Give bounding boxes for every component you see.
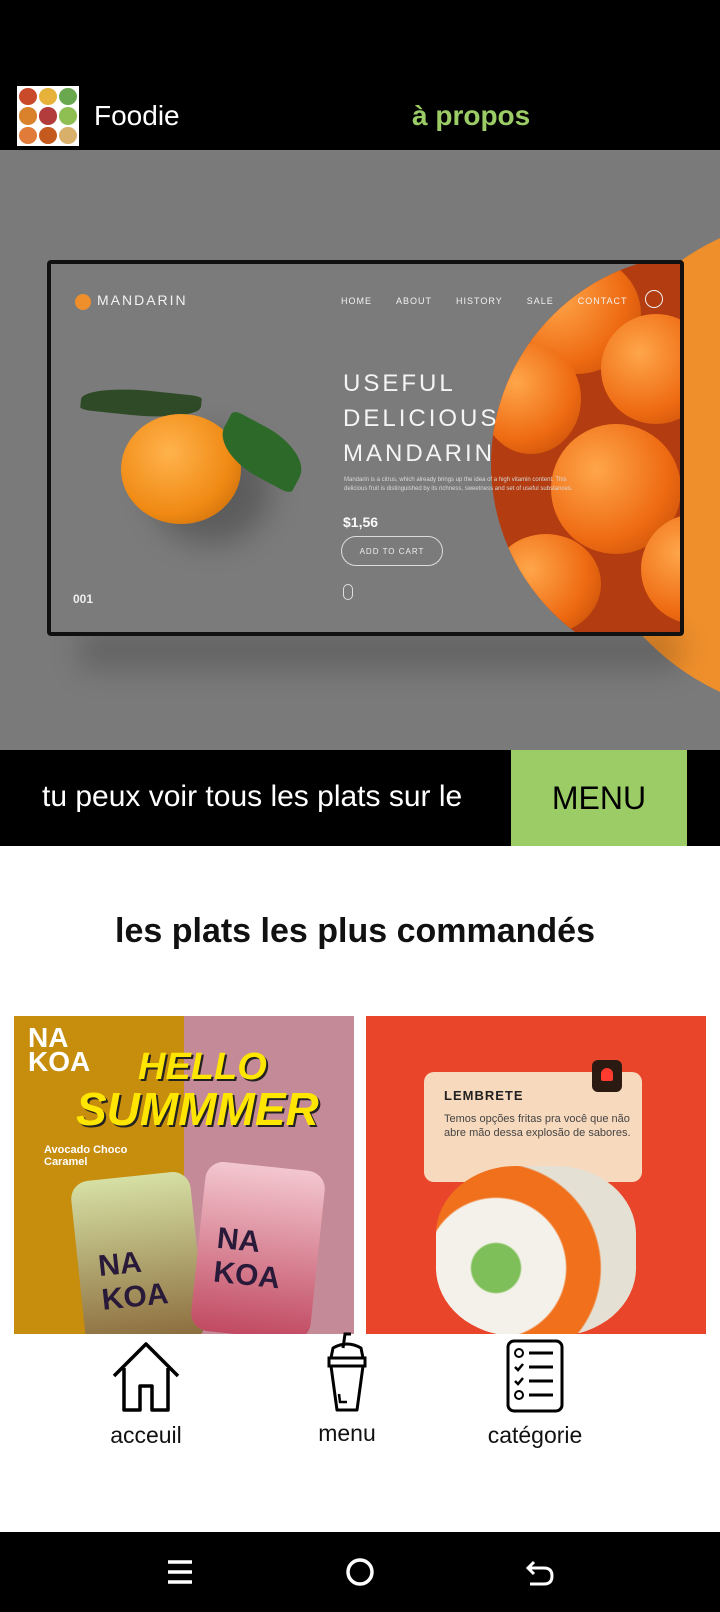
app-title: Foodie — [94, 100, 180, 131]
scroll-mouse-icon — [343, 584, 353, 600]
home-icon — [112, 1342, 180, 1412]
mock-nav-history: HISTORY — [456, 296, 503, 306]
cart-icon — [645, 290, 663, 308]
nav-label: catégorie — [487, 1422, 583, 1448]
card-headline: SUMMMER — [76, 1083, 319, 1135]
hero-website-mockup: MANDARIN HOME ABOUT HISTORY SALE CONTACT… — [47, 260, 684, 636]
reminder-title: LEMBRETE — [444, 1088, 524, 1103]
app-logo[interactable] — [17, 86, 79, 146]
back-icon[interactable] — [520, 1554, 560, 1590]
mock-logo-icon — [75, 294, 91, 310]
cup-label: NA KOA — [96, 1245, 170, 1317]
drink-cup-icon — [327, 1332, 367, 1412]
sushi-image — [436, 1166, 636, 1334]
mock-nav: HOME ABOUT HISTORY SALE CONTACT — [341, 296, 628, 306]
app-bar: Foodie à propos — [0, 84, 720, 150]
mock-headline: USEFUL DELICIOUS MANDARIN — [343, 366, 543, 471]
drink-cup-image: NA KOA — [69, 1170, 207, 1334]
mock-description: Mandarin is a citrus, which already brin… — [344, 477, 573, 492]
nakoa-logo: NA KOA — [28, 1024, 91, 1077]
mock-nav-home: HOME — [341, 296, 372, 306]
dish-card[interactable]: NA KOA HELLO SUMMMER Avocado Choco Caram… — [14, 1016, 354, 1334]
home-circle-icon[interactable] — [340, 1554, 380, 1590]
hero-banner: MANDARIN HOME ABOUT HISTORY SALE CONTACT… — [0, 150, 720, 750]
mock-price: $1,56 — [343, 514, 379, 530]
menu-button[interactable]: MENU — [511, 750, 687, 846]
hero-shadow — [80, 630, 680, 670]
nav-item-categorie[interactable]: catégorie — [445, 1334, 625, 1464]
mock-nav-about: ABOUT — [396, 296, 433, 306]
mock-nav-contact: CONTACT — [577, 296, 628, 306]
nav-label: acceuil — [110, 1422, 182, 1448]
system-nav-bar — [0, 1532, 720, 1612]
nav-item-menu[interactable]: menu — [257, 1332, 437, 1464]
promo-text: tu peux voir tous les plats sur le — [42, 780, 463, 813]
headline-line: MANDARIN — [343, 440, 496, 467]
section-title: les plats les plus commandés — [115, 912, 595, 950]
recent-apps-icon[interactable] — [160, 1554, 200, 1590]
mock-slide-number: 001 — [73, 592, 94, 606]
mock-add-to-cart: ADD TO CART — [341, 536, 443, 566]
nav-label: menu — [318, 1420, 376, 1446]
menu-promo-band: tu peux voir tous les plats sur le MENU — [0, 750, 720, 846]
mock-brand: MANDARIN — [97, 292, 188, 308]
mock-nav-sale: SALE — [526, 296, 554, 306]
dish-card[interactable]: LEMBRETE Temos opções fritas pra você qu… — [366, 1016, 706, 1334]
reminder-body: Temos opções fritas pra você que não abr… — [444, 1113, 631, 1139]
about-link[interactable]: à propos — [412, 100, 530, 132]
status-bar — [0, 0, 720, 84]
headline-line: USEFUL — [343, 370, 456, 397]
bell-icon — [592, 1060, 622, 1092]
cup-label: NA KOA — [211, 1221, 282, 1296]
card-flavor: Avocado Choco Caramel — [44, 1144, 128, 1168]
headline-line: DELICIOUS — [343, 405, 500, 432]
drink-cup-image: NA KOA — [189, 1160, 327, 1334]
nav-item-acceuil[interactable]: acceuil — [56, 1334, 236, 1464]
bottom-nav: acceuil menu catégorie — [0, 1332, 720, 1530]
brand-line: KOA — [28, 1046, 91, 1077]
checklist-icon — [506, 1339, 564, 1413]
